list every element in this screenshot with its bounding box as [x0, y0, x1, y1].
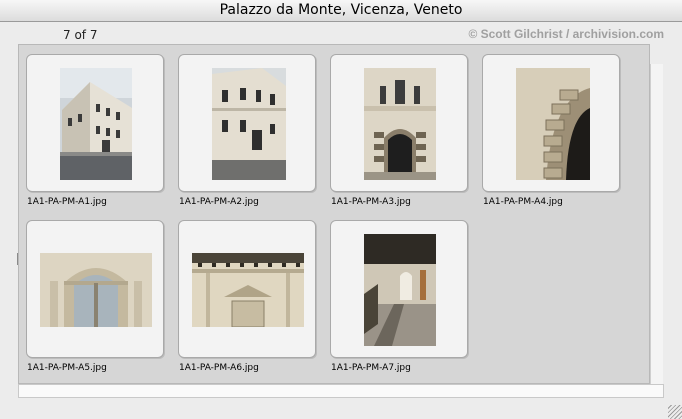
thumbnail-3[interactable]: 1A1-PA-PM-A3.jpg	[330, 54, 468, 207]
palazzo-corner-view-photo-icon	[60, 68, 132, 180]
thumbnail-6[interactable]: 1A1-PA-PM-A6.jpg	[178, 220, 316, 373]
window-title-bar[interactable]: Palazzo da Monte, Vicenza, Veneto	[0, 0, 682, 22]
window-title: Palazzo da Monte, Vicenza, Veneto	[219, 2, 463, 18]
cornice-window-photo-icon	[192, 253, 304, 327]
arched-window-photo-icon	[40, 253, 152, 327]
rusticated-arch-photo-icon	[516, 68, 590, 180]
thumbnail-4[interactable]: 1A1-PA-PM-A4.jpg	[482, 54, 620, 207]
horizontal-scrollbar[interactable]	[18, 384, 664, 398]
thumbnail-5[interactable]: 1A1-PA-PM-A5.jpg	[26, 220, 164, 373]
thumbnail-filename: 1A1-PA-PM-A1.jpg	[27, 197, 107, 207]
vertical-scrollbar[interactable]	[650, 64, 663, 384]
thumbnail-filename: 1A1-PA-PM-A2.jpg	[179, 197, 259, 207]
palazzo-portal-photo-icon	[364, 68, 436, 180]
thumbnail-filename: 1A1-PA-PM-A5.jpg	[27, 363, 107, 373]
thumbnail-filename: 1A1-PA-PM-A3.jpg	[331, 197, 411, 207]
thumbnail-filename: 1A1-PA-PM-A6.jpg	[179, 363, 259, 373]
thumbnail-1[interactable]: 1A1-PA-PM-A1.jpg	[26, 54, 164, 207]
courtyard-passage-photo-icon	[364, 234, 436, 346]
thumbnail-7[interactable]: 1A1-PA-PM-A7.jpg	[330, 220, 468, 373]
resize-grip-icon[interactable]	[668, 405, 682, 419]
thumbnail-grid: 1A1-PA-PM-A1.jpg 1A1-PA-PM-A2.jpg 1A1-PA…	[18, 44, 650, 384]
copyright-notice: © Scott Gilchrist / archivision.com	[468, 27, 664, 41]
thumbnail-filename: 1A1-PA-PM-A4.jpg	[483, 197, 563, 207]
image-counter: 7 of 7	[63, 28, 98, 42]
thumbnail-filename: 1A1-PA-PM-A7.jpg	[331, 363, 411, 373]
thumbnail-2[interactable]: 1A1-PA-PM-A2.jpg	[178, 54, 316, 207]
palazzo-facade-photo-icon	[212, 68, 286, 180]
